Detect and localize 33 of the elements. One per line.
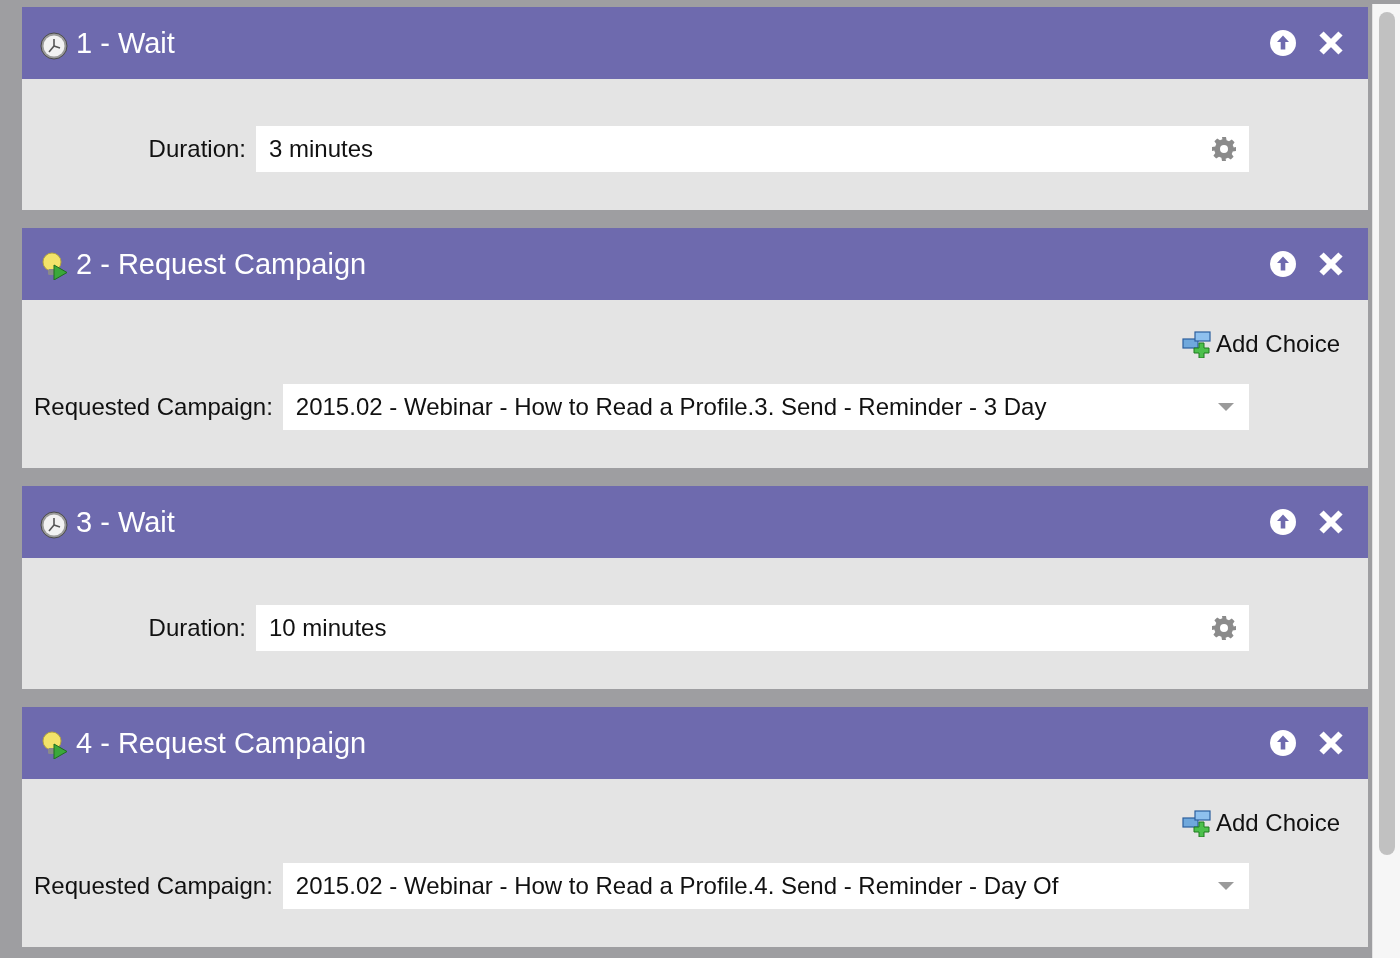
campaign-dropdown[interactable]: 2015.02 - Webinar - How to Read a Profile.3. Send - Reminder - 3 Day <box>282 384 1249 430</box>
step-title: 3 - Wait <box>76 505 176 539</box>
clock-icon <box>40 511 68 539</box>
arrow-up-circle-icon[interactable] <box>1270 30 1296 56</box>
field-label: Duration: <box>147 614 246 642</box>
close-icon[interactable] <box>1318 251 1344 277</box>
close-icon[interactable] <box>1318 509 1344 535</box>
arrow-up-circle-icon[interactable] <box>1270 509 1296 535</box>
gear-icon[interactable] <box>1211 615 1237 641</box>
dropdown-caret-icon[interactable] <box>1218 882 1234 890</box>
field-label: Requested Campaign: <box>34 872 273 900</box>
scrollbar-thumb[interactable] <box>1378 12 1395 855</box>
close-icon[interactable] <box>1318 730 1344 756</box>
gear-icon[interactable] <box>1211 136 1237 162</box>
step-title: 2 - Request Campaign <box>76 247 368 281</box>
add-choice-icon <box>1181 330 1212 358</box>
arrow-up-circle-icon[interactable] <box>1270 730 1296 756</box>
dropdown-caret-icon[interactable] <box>1218 403 1234 411</box>
campaign-dropdown[interactable]: 2015.02 - Webinar - How to Read a Profile.4. Send - Reminder - Day Of <box>282 863 1249 909</box>
lightbulb-play-icon <box>40 252 68 280</box>
step-title: 1 - Wait <box>76 26 176 60</box>
clock-icon <box>40 32 68 60</box>
arrow-up-circle-icon[interactable] <box>1270 251 1296 277</box>
close-icon[interactable] <box>1318 30 1344 56</box>
add-choice-link[interactable]: Add Choice <box>1181 330 1340 358</box>
field-label: Requested Campaign: <box>34 393 273 421</box>
add-choice-icon <box>1181 809 1212 837</box>
duration-field[interactable]: 3 minutes <box>256 126 1249 172</box>
lightbulb-play-icon <box>40 731 68 759</box>
duration-field[interactable]: 10 minutes <box>256 605 1249 651</box>
field-label: Duration: <box>147 135 246 163</box>
step-title: 4 - Request Campaign <box>76 726 368 760</box>
add-choice-link[interactable]: Add Choice <box>1181 809 1340 837</box>
